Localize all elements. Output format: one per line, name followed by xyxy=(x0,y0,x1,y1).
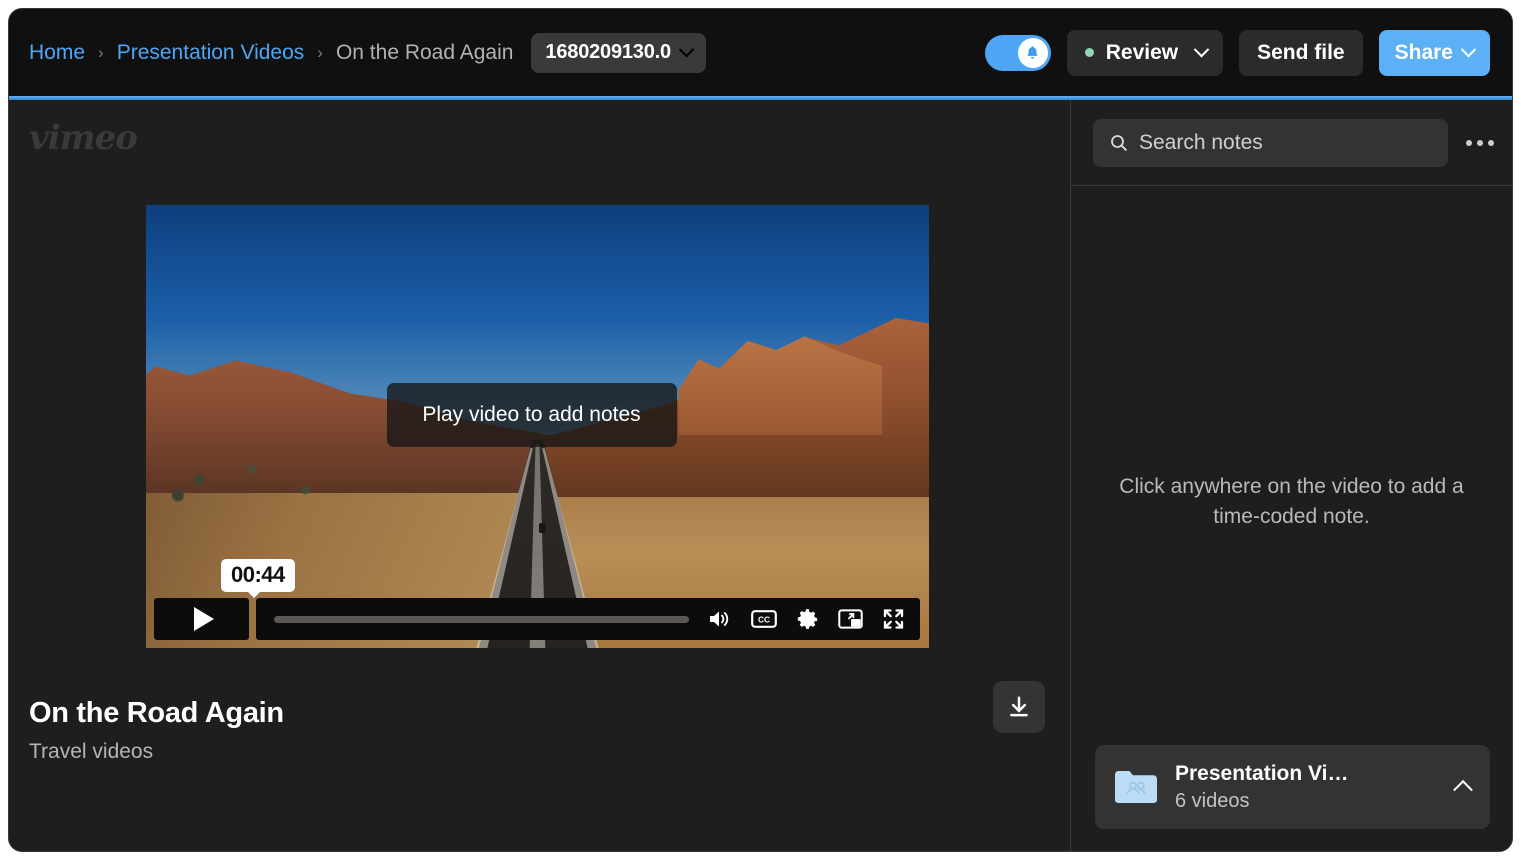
folder-name: Presentation Vi… xyxy=(1175,762,1440,786)
more-options-button[interactable] xyxy=(1466,140,1494,146)
overlay-message: Play video to add notes xyxy=(422,403,640,427)
closed-captions-icon: CC xyxy=(751,609,777,629)
share-button[interactable]: Share xyxy=(1379,30,1490,76)
video-player[interactable]: Play video to add notes 00:44 xyxy=(146,205,929,648)
search-input[interactable]: Search notes xyxy=(1093,119,1448,167)
breadcrumb-separator-icon: › xyxy=(317,43,323,63)
breadcrumb-item-current: On the Road Again xyxy=(336,41,513,65)
picture-in-picture-icon xyxy=(838,608,863,631)
version-selector[interactable]: 1680209130.0 xyxy=(531,33,706,73)
toggle-knob xyxy=(1018,38,1048,68)
breadcrumb: Home › Presentation Videos › On the Road… xyxy=(29,41,513,65)
chevron-down-icon xyxy=(679,42,695,58)
search-icon xyxy=(1109,133,1129,153)
vimeo-logo: vimeo xyxy=(29,118,137,158)
header-actions: Review Send file Share xyxy=(985,30,1490,76)
more-options-icon xyxy=(1488,140,1494,146)
play-button[interactable] xyxy=(154,598,249,640)
settings-button[interactable] xyxy=(795,607,820,632)
progress-bar[interactable] xyxy=(274,616,689,623)
video-subtitle: Travel videos xyxy=(29,740,284,764)
review-status-button[interactable]: Review xyxy=(1067,30,1223,76)
video-pane: vimeo Play video to ad xyxy=(9,100,1070,851)
review-label: Review xyxy=(1106,41,1178,65)
send-file-button[interactable]: Send file xyxy=(1239,30,1363,76)
play-to-add-notes-overlay[interactable]: Play video to add notes xyxy=(387,383,677,447)
folder-card[interactable]: Presentation Vi… 6 videos xyxy=(1095,745,1490,829)
video-meta: On the Road Again Travel videos xyxy=(29,697,284,764)
car xyxy=(539,523,546,533)
search-placeholder: Search notes xyxy=(1139,131,1263,155)
play-icon xyxy=(194,607,214,631)
volume-button[interactable] xyxy=(707,607,733,631)
volume-icon xyxy=(707,607,733,631)
settings-gear-icon xyxy=(795,607,820,632)
time-tooltip: 00:44 xyxy=(221,559,295,592)
breadcrumb-item-presentation-videos[interactable]: Presentation Videos xyxy=(117,41,305,65)
shared-folder-icon xyxy=(1113,768,1159,806)
scrub-brush xyxy=(146,453,412,506)
picture-in-picture-button[interactable] xyxy=(838,608,863,631)
player-controls: CC xyxy=(154,598,920,640)
svg-text:CC: CC xyxy=(758,615,770,625)
breadcrumb-separator-icon: › xyxy=(98,43,104,63)
app-window: Home › Presentation Videos › On the Road… xyxy=(8,8,1513,852)
download-button[interactable] xyxy=(993,681,1045,733)
more-options-icon xyxy=(1477,140,1483,146)
notes-header: Search notes xyxy=(1071,100,1512,186)
share-label: Share xyxy=(1395,41,1453,65)
breadcrumb-item-home[interactable]: Home xyxy=(29,41,85,65)
notifications-toggle[interactable] xyxy=(985,35,1051,71)
status-dot-icon xyxy=(1085,48,1094,57)
folder-count: 6 videos xyxy=(1175,790,1440,813)
bell-icon xyxy=(1024,44,1041,61)
send-file-label: Send file xyxy=(1257,41,1345,65)
fullscreen-icon xyxy=(881,607,906,631)
folder-text: Presentation Vi… 6 videos xyxy=(1175,762,1440,813)
top-header: Home › Presentation Videos › On the Road… xyxy=(9,9,1512,96)
controls-bar: CC xyxy=(256,598,920,640)
main-area: vimeo Play video to ad xyxy=(9,100,1512,851)
chevron-down-icon xyxy=(1461,42,1477,58)
chevron-down-icon xyxy=(1194,42,1210,58)
current-time-label: 00:44 xyxy=(231,562,285,587)
closed-captions-button[interactable]: CC xyxy=(751,609,777,629)
notes-empty-state: Click anywhere on the video to add a tim… xyxy=(1071,472,1512,532)
page-title: On the Road Again xyxy=(29,697,284,730)
more-options-icon xyxy=(1466,140,1472,146)
fullscreen-button[interactable] xyxy=(881,607,906,631)
download-icon xyxy=(1006,694,1032,720)
version-label: 1680209130.0 xyxy=(545,41,671,64)
chevron-up-icon[interactable] xyxy=(1453,780,1473,800)
notes-pane: Search notes Click anywhere on the video… xyxy=(1071,100,1512,851)
